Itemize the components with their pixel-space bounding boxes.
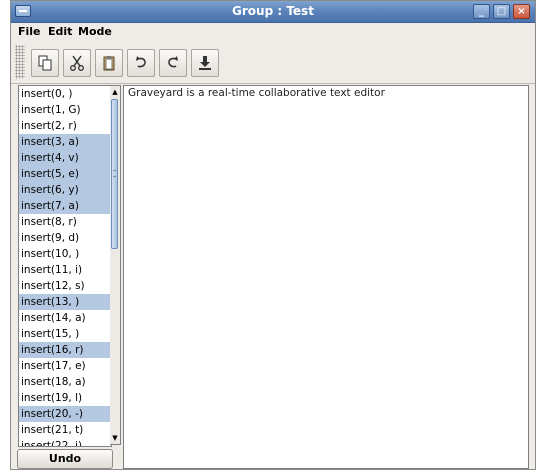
- operation-item[interactable]: insert(6, y): [19, 182, 111, 198]
- operation-item[interactable]: insert(16, r): [19, 342, 111, 358]
- toolbar-grip[interactable]: [15, 45, 25, 79]
- paste-icon: [103, 56, 115, 71]
- operation-item[interactable]: insert(19, l): [19, 390, 111, 406]
- list-scrollbar[interactable]: ▲ ▼: [110, 85, 121, 445]
- operation-item[interactable]: insert(21, t): [19, 422, 111, 438]
- scroll-thumb[interactable]: [111, 99, 118, 249]
- undo-icon: [136, 56, 146, 68]
- operation-item[interactable]: insert(7, a): [19, 198, 111, 214]
- title-bar[interactable]: Group : Test _ □ ×: [11, 1, 535, 23]
- operation-item[interactable]: insert(2, r): [19, 118, 111, 134]
- cut-button[interactable]: [63, 49, 91, 77]
- operation-list[interactable]: insert(0, ) insert(1, G) insert(2, r) inser…: [18, 85, 112, 447]
- minimize-button[interactable]: _: [473, 4, 490, 19]
- menu-file[interactable]: File: [18, 25, 41, 38]
- redo-icon: [168, 56, 178, 68]
- editor-content[interactable]: Graveyard is a real-time collaborative t…: [128, 87, 385, 99]
- operation-item[interactable]: insert(15, ): [19, 326, 111, 342]
- copy-icon: [38, 55, 52, 71]
- close-button[interactable]: ×: [513, 4, 530, 19]
- operation-item[interactable]: insert(0, ): [19, 86, 111, 102]
- operation-item[interactable]: insert(10, ): [19, 246, 111, 262]
- operation-item[interactable]: insert(20, -): [19, 406, 111, 422]
- operation-item[interactable]: insert(12, s): [19, 278, 111, 294]
- maximize-button[interactable]: □: [493, 4, 510, 19]
- menu-mode[interactable]: Mode: [78, 25, 112, 38]
- app-window: Group : Test _ □ × File Edit Mode insert…: [10, 0, 536, 470]
- operation-item[interactable]: insert(8, r): [19, 214, 111, 230]
- redo-button[interactable]: [159, 49, 187, 77]
- scroll-down-arrow-icon[interactable]: ▼: [111, 433, 119, 443]
- operation-item[interactable]: insert(13, ): [19, 294, 111, 310]
- operation-item[interactable]: insert(18, a): [19, 374, 111, 390]
- operation-item[interactable]: insert(5, e): [19, 166, 111, 182]
- operation-item[interactable]: insert(14, a): [19, 310, 111, 326]
- cut-icon: [70, 55, 84, 71]
- operation-item[interactable]: insert(17, e): [19, 358, 111, 374]
- paste-button[interactable]: [95, 49, 123, 77]
- toolbar: [11, 41, 535, 84]
- menu-bar: File Edit Mode: [11, 23, 535, 41]
- text-editor[interactable]: Graveyard is a real-time collaborative t…: [123, 85, 529, 469]
- scroll-up-arrow-icon[interactable]: ▲: [111, 87, 119, 97]
- operation-item[interactable]: insert(22, i): [19, 438, 111, 446]
- download-icon: [199, 56, 211, 70]
- window-title: Group : Test: [232, 4, 314, 18]
- operation-item[interactable]: insert(4, v): [19, 150, 111, 166]
- copy-button[interactable]: [31, 49, 59, 77]
- operation-item[interactable]: insert(9, d): [19, 230, 111, 246]
- undo-button[interactable]: [127, 49, 155, 77]
- operation-item[interactable]: insert(11, i): [19, 262, 111, 278]
- menu-edit[interactable]: Edit: [48, 25, 72, 38]
- operation-item[interactable]: insert(3, a): [19, 134, 111, 150]
- operation-item[interactable]: insert(1, G): [19, 102, 111, 118]
- download-button[interactable]: [191, 49, 219, 77]
- undo-action-button[interactable]: Undo: [17, 449, 113, 469]
